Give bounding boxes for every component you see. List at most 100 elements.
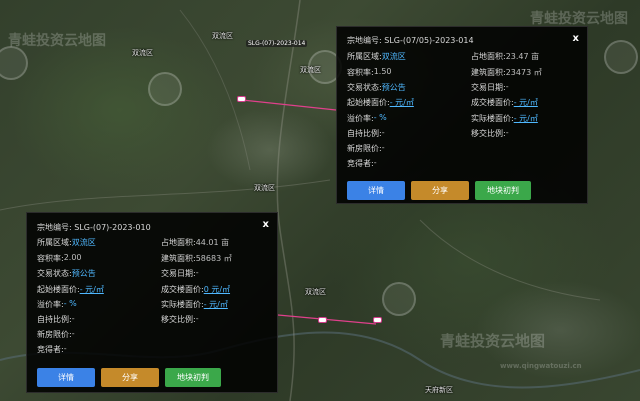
field-label: 自持比例: (347, 129, 382, 138)
info-row: 交易日期: - (161, 268, 199, 279)
connector-line-top (241, 99, 337, 111)
field-value: - 元/㎡ (203, 300, 228, 309)
field-label: 移交比例: (471, 129, 506, 138)
field-value: 2.00 (63, 253, 82, 262)
field-value: 预公告 (381, 83, 406, 92)
detail-button[interactable]: 详情 (347, 181, 405, 200)
field-value: - (505, 128, 509, 137)
info-row: 容积率: 2.00 (37, 253, 82, 264)
field-label: 起始楼面价: (37, 285, 80, 294)
place-label: 双流区 (212, 32, 233, 40)
map-marker-label[interactable]: SLG-(07)-2023-014 (246, 40, 308, 47)
field-value: - (71, 314, 75, 323)
field-label: 容积率: (37, 254, 64, 263)
watermark-logo (148, 72, 182, 106)
field-value: - (195, 268, 199, 277)
land-info-popup-bottom: x 宗地编号: SLG-(07)-2023-010 所属区域: 双流区 占地面积… (26, 212, 278, 393)
info-row: 占地面积: 44.01 亩 (161, 237, 229, 248)
field-value: - 元/㎡ (513, 98, 538, 107)
field-label: 新房限价: (37, 330, 72, 339)
map-marker-pin[interactable] (318, 317, 327, 323)
info-row: 交易状态: 预公告 (347, 82, 406, 93)
parcel-id-title: 宗地编号: SLG-(07)-2023-010 (37, 223, 151, 232)
field-label: 实际楼面价: (471, 114, 514, 123)
info-row: 起始楼面价: - 元/㎡ (37, 284, 104, 295)
field-value: 44.01 亩 (195, 238, 230, 247)
field-label: 溢价率: (37, 300, 64, 309)
field-value: - % (63, 299, 77, 308)
field-value: - (71, 329, 75, 338)
info-row: 成交楼面价: 0 元/㎡ (161, 284, 230, 295)
watermark-text: 青蛙投资云地图 (440, 332, 546, 350)
parcel-judge-button[interactable]: 地块初判 (475, 181, 531, 200)
field-label: 交易日期: (161, 269, 196, 278)
info-row: 新房限价: - (347, 143, 385, 154)
field-label: 所属区域: (347, 52, 382, 61)
info-row: 所属区域: 双流区 (347, 51, 406, 62)
field-label: 竞得者: (347, 159, 374, 168)
info-row: 交易状态: 预公告 (37, 268, 96, 279)
place-label: 天府新区 (425, 386, 453, 394)
field-label: 自持比例: (37, 315, 72, 324)
field-value: - 元/㎡ (79, 285, 104, 294)
field-value: - % (373, 113, 387, 122)
place-label: 双流区 (305, 288, 326, 296)
info-row: 自持比例: - (347, 128, 385, 139)
parcel-id-title: 宗地编号: SLG-(07/05)-2023-014 (347, 36, 474, 45)
close-icon[interactable]: x (263, 219, 269, 230)
parcel-judge-button[interactable]: 地块初判 (165, 368, 221, 387)
field-value: 双流区 (71, 238, 96, 247)
info-row: 移交比例: - (471, 128, 509, 139)
field-value: - (381, 143, 385, 152)
info-row: 实际楼面价: - 元/㎡ (161, 299, 228, 310)
field-label: 交易状态: (347, 83, 382, 92)
field-label: 起始楼面价: (347, 98, 390, 107)
map-marker-pin[interactable] (373, 317, 382, 323)
watermark-text: 青蛙投资云地图 (8, 33, 106, 49)
field-label: 占地面积: (471, 52, 506, 61)
info-row: 容积率: 1.50 (347, 67, 392, 78)
field-value: - (381, 128, 385, 137)
info-row: 溢价率: - % (37, 299, 77, 310)
place-label: 双流区 (132, 49, 153, 57)
field-value: - 元/㎡ (389, 98, 414, 107)
info-row: 竞得者: - (347, 158, 377, 169)
field-label: 交易状态: (37, 269, 72, 278)
info-row: 溢价率: - % (347, 113, 387, 124)
field-value: 58683 ㎡ (195, 254, 232, 263)
watermark-logo (604, 40, 638, 74)
map-marker-pin[interactable] (237, 96, 246, 102)
field-value: 1.50 (373, 67, 392, 76)
field-label: 所属区域: (37, 238, 72, 247)
close-icon[interactable]: x (573, 33, 579, 44)
field-label: 溢价率: (347, 114, 374, 123)
field-label: 成交楼面价: (471, 98, 514, 107)
field-value: 0 元/㎡ (203, 285, 231, 294)
land-info-popup-top: x 宗地编号: SLG-(07/05)-2023-014 所属区域: 双流区 占… (336, 26, 588, 204)
info-row: 竞得者: - (37, 344, 67, 355)
field-label: 交易日期: (471, 83, 506, 92)
field-label: 成交楼面价: (161, 285, 204, 294)
field-value: 预公告 (71, 269, 96, 278)
watermark-text: 青蛙投资云地图 (530, 11, 628, 27)
watermark-url: www.qingwatouzi.cn (500, 362, 582, 370)
field-value: - (373, 158, 377, 167)
field-label: 竞得者: (37, 345, 64, 354)
detail-button[interactable]: 详情 (37, 368, 95, 387)
share-button[interactable]: 分享 (101, 368, 159, 387)
share-button[interactable]: 分享 (411, 181, 469, 200)
info-row: 起始楼面价: - 元/㎡ (347, 97, 414, 108)
field-value: 23473 ㎡ (505, 68, 542, 77)
info-row: 建筑面积: 58683 ㎡ (161, 253, 232, 264)
field-label: 占地面积: (161, 238, 196, 247)
field-value: - (505, 82, 509, 91)
info-row: 自持比例: - (37, 314, 75, 325)
field-label: 移交比例: (161, 315, 196, 324)
field-label: 容积率: (347, 68, 374, 77)
field-label: 新房限价: (347, 144, 382, 153)
field-value: - (63, 344, 67, 353)
field-label: 建筑面积: (471, 68, 506, 77)
info-row: 实际楼面价: - 元/㎡ (471, 113, 538, 124)
watermark-logo (382, 282, 416, 316)
info-row: 新房限价: - (37, 329, 75, 340)
